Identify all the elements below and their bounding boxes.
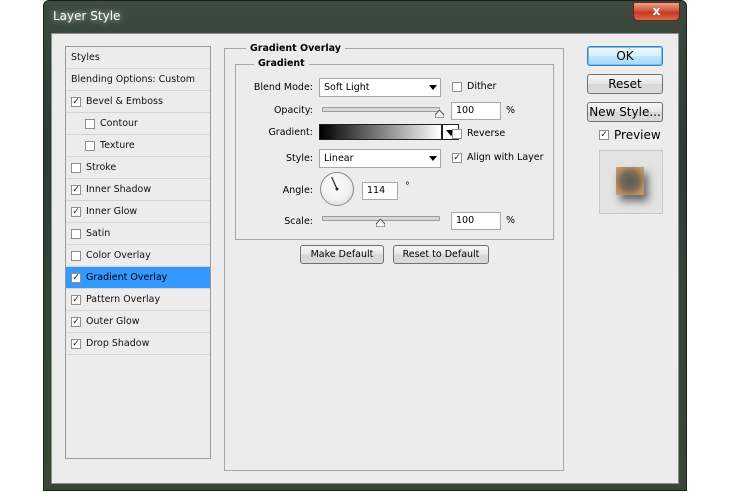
style-item-gradient-overlay[interactable]: ✓ Gradient Overlay [66, 267, 210, 289]
style-item-label: Contour [100, 118, 138, 129]
chevron-down-icon [429, 85, 437, 90]
opacity-slider-thumb[interactable] [435, 110, 444, 118]
preview-swatch [616, 167, 644, 195]
blending-options-item[interactable]: Blending Options: Custom [66, 69, 210, 91]
blend-mode-label: Blend Mode: [253, 82, 313, 93]
style-item-checkbox[interactable]: ✓ [71, 272, 81, 283]
opacity-unit: % [506, 105, 516, 116]
gradient-subgroup-title: Gradient [254, 58, 309, 69]
dither-label: Dither [467, 81, 497, 92]
align-with-layer-label: Align with Layer [467, 152, 544, 163]
styles-header[interactable]: Styles [66, 47, 210, 69]
blend-mode-value: Soft Light [324, 82, 370, 93]
style-select[interactable]: Linear [319, 149, 441, 168]
blend-mode-select[interactable]: Soft Light [319, 78, 441, 97]
blending-options-label: Blending Options: Custom [71, 74, 196, 85]
reverse-checkbox[interactable]: Reverse [452, 128, 505, 139]
style-value: Linear [324, 153, 354, 164]
reverse-label: Reverse [467, 128, 506, 139]
style-item-color-overlay[interactable]: Color Overlay [66, 245, 210, 267]
style-item-checkbox[interactable]: ✓ [71, 316, 81, 327]
ok-button[interactable]: OK [587, 46, 663, 66]
opacity-slider-track[interactable] [322, 107, 440, 112]
style-item-texture[interactable]: Texture [66, 135, 210, 157]
style-item-checkbox[interactable]: ✓ [71, 184, 81, 195]
angle-dial[interactable] [320, 172, 354, 206]
angle-input[interactable]: 114 [362, 182, 398, 200]
align-with-layer-checkbox[interactable]: ✓ Align with Layer [452, 152, 544, 163]
style-item-satin[interactable]: Satin [66, 223, 210, 245]
close-button[interactable]: x [633, 2, 680, 21]
style-item-label: Gradient Overlay [86, 272, 168, 283]
style-item-checkbox[interactable] [71, 228, 81, 239]
style-item-checkbox[interactable]: ✓ [71, 294, 81, 305]
preview-checkbox-box[interactable]: ✓ [599, 130, 609, 140]
styles-header-label: Styles [71, 52, 100, 63]
chevron-down-icon [429, 156, 437, 161]
style-item-checkbox[interactable] [85, 140, 95, 151]
scale-input[interactable]: 100 [451, 212, 501, 230]
style-item-label: Stroke [86, 162, 117, 173]
style-item-label: Color Overlay [86, 250, 151, 261]
opacity-input[interactable]: 100 [451, 102, 501, 120]
style-item-pattern-overlay[interactable]: ✓ Pattern Overlay [66, 289, 210, 311]
style-item-outer-glow[interactable]: ✓ Outer Glow [66, 311, 210, 333]
style-item-checkbox[interactable]: ✓ [71, 206, 81, 217]
reverse-checkbox-box[interactable] [452, 128, 462, 139]
style-item-inner-glow[interactable]: ✓ Inner Glow [66, 201, 210, 223]
style-item-checkbox[interactable] [85, 118, 95, 129]
angle-needle-icon [331, 176, 339, 191]
scale-unit: % [506, 215, 516, 226]
style-item-contour[interactable]: Contour [66, 113, 210, 135]
style-item-checkbox[interactable] [71, 250, 81, 261]
preview-checkbox[interactable]: ✓ Preview [599, 128, 661, 142]
preview-label: Preview [614, 128, 661, 142]
style-item-label: Pattern Overlay [86, 294, 161, 305]
style-item-drop-shadow[interactable]: ✓ Drop Shadow [66, 333, 210, 355]
style-item-checkbox[interactable]: ✓ [71, 338, 81, 349]
dither-checkbox[interactable]: Dither [452, 81, 496, 92]
style-item-label: Satin [86, 228, 111, 239]
style-item-checkbox[interactable]: ✓ [71, 96, 81, 107]
dither-checkbox-box[interactable] [452, 81, 462, 92]
style-item-stroke[interactable]: Stroke [66, 157, 210, 179]
reset-button[interactable]: Reset [587, 74, 663, 94]
styles-list: Styles Blending Options: Custom ✓ Bevel &… [65, 46, 211, 459]
style-item-bevel-emboss[interactable]: ✓ Bevel & Emboss [66, 91, 210, 113]
layer-style-window: Layer Style x Styles Blending Options: C… [43, 0, 687, 491]
style-item-label: Outer Glow [86, 316, 140, 327]
scale-label: Scale: [284, 216, 313, 227]
style-item-label: Bevel & Emboss [86, 96, 163, 107]
new-style-button[interactable]: New Style... [587, 102, 663, 122]
style-item-inner-shadow[interactable]: ✓ Inner Shadow [66, 179, 210, 201]
style-item-label: Texture [100, 140, 135, 151]
gradient-overlay-title: Gradient Overlay [246, 43, 345, 54]
style-item-checkbox[interactable] [71, 162, 81, 173]
angle-unit: ° [405, 181, 410, 192]
style-item-label: Drop Shadow [86, 338, 150, 349]
style-label: Style: [285, 153, 313, 164]
title-bar[interactable]: Layer Style x [44, 1, 686, 33]
style-item-label: Inner Glow [86, 206, 138, 217]
style-preview-thumbnail [599, 150, 663, 214]
reset-to-default-button[interactable]: Reset to Default [393, 245, 489, 264]
scale-slider-thumb[interactable] [376, 219, 385, 227]
angle-label: Angle: [282, 185, 313, 196]
align-with-layer-checkbox-box[interactable]: ✓ [452, 152, 462, 163]
dialog-client-area: Styles Blending Options: Custom ✓ Bevel &… [51, 33, 679, 484]
gradient-preview-swatch[interactable] [319, 124, 442, 140]
opacity-label: Opacity: [273, 105, 313, 116]
window-title: Layer Style [53, 9, 121, 23]
make-default-button[interactable]: Make Default [300, 245, 384, 264]
gradient-label: Gradient: [268, 127, 313, 138]
style-item-label: Inner Shadow [86, 184, 152, 195]
